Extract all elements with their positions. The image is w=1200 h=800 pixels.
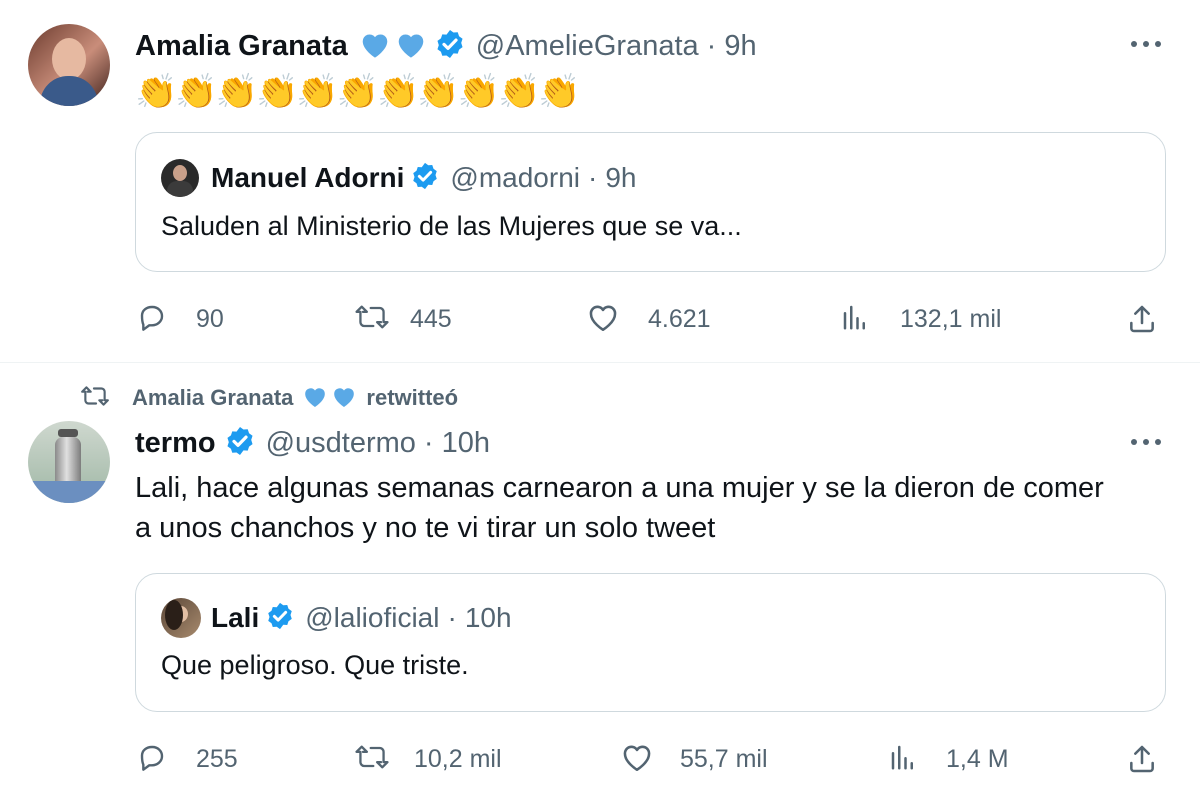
blue-heart-icon (330, 384, 358, 413)
quoted-author-name: Manuel Adorni (211, 162, 405, 193)
reply-icon (136, 741, 168, 778)
reply-icon (136, 301, 168, 338)
retweeted-by-name[interactable]: Amalia Granata (132, 385, 293, 411)
separator-dot: · (447, 602, 457, 633)
views-button[interactable]: 1,4 M (888, 740, 1009, 778)
quoted-time: 9h (605, 162, 637, 193)
verified-icon (265, 601, 295, 636)
tweet-text-line: a unos chanchos y no te vi tirar un solo… (135, 512, 716, 544)
tweet-text: 👏👏👏👏👏👏👏👏👏👏👏 (135, 72, 581, 112)
like-count: 4.621 (648, 304, 711, 333)
quoted-author-avatar (161, 159, 199, 197)
verified-icon (434, 28, 466, 65)
reply-button[interactable]: 90 (136, 300, 224, 338)
quoted-header: Manuel Adorni @madorni · 9h (211, 159, 636, 197)
share-icon[interactable] (1126, 303, 1158, 340)
retweet-icon (354, 741, 390, 778)
author-name[interactable]: termo (135, 427, 216, 460)
verified-icon (410, 161, 440, 196)
blue-heart-icon (301, 384, 329, 413)
views-button[interactable]: 132,1 mil (840, 300, 1001, 338)
like-icon (620, 741, 654, 778)
quoted-author-avatar (161, 598, 201, 638)
tweet-text-line: Lali, hace algunas semanas carnearon a u… (135, 472, 1104, 504)
quoted-author-handle: @lalioficial (305, 602, 440, 633)
like-count: 55,7 mil (680, 744, 768, 773)
like-button[interactable]: 4.621 (586, 300, 711, 338)
more-icon[interactable] (1128, 34, 1164, 59)
author-handle[interactable]: @usdtermo (266, 427, 416, 460)
author-avatar[interactable] (28, 421, 110, 503)
tweet-header: Amalia Granata @AmelieGranata · 9h (135, 26, 757, 66)
blue-heart-icon (394, 29, 428, 64)
views-count: 132,1 mil (900, 304, 1002, 333)
more-icon[interactable] (1128, 432, 1164, 457)
retweet-count: 10,2 mil (414, 744, 502, 773)
separator-dot: · (423, 426, 434, 459)
verified-icon (224, 425, 256, 462)
tweet-text: Lali, hace algunas semanas carnearon a u… (135, 468, 1175, 548)
like-button[interactable]: 55,7 mil (620, 740, 768, 778)
quoted-header: Lali @lalioficial · 10h (211, 599, 512, 637)
share-icon[interactable] (1126, 743, 1158, 780)
author-avatar[interactable] (28, 24, 110, 106)
retweet-button[interactable]: 445 (354, 300, 452, 338)
retweet-context: Amalia Granata retwitteó (80, 382, 458, 414)
quoted-author-handle: @madorni (450, 162, 580, 193)
tweet-divider (0, 362, 1200, 363)
tweet-time[interactable]: 9h (724, 30, 756, 63)
views-icon (840, 301, 870, 338)
quoted-text: Saluden al Ministerio de las Mujeres que… (161, 211, 742, 241)
quoted-text: Que peligroso. Que triste. (161, 650, 469, 680)
quoted-time: 10h (464, 602, 512, 633)
reply-count: 90 (196, 304, 224, 333)
like-icon (586, 301, 620, 338)
tweet-time[interactable]: 10h (442, 427, 490, 460)
retweet-count: 445 (410, 304, 452, 333)
separator-dot: · (588, 162, 598, 193)
quoted-tweet[interactable]: Manuel Adorni @madorni · 9h Saluden al M… (135, 132, 1166, 272)
retweet-button[interactable]: 10,2 mil (354, 740, 502, 778)
retweet-icon (354, 301, 390, 338)
retweet-label: retwitteó (366, 385, 459, 410)
author-name[interactable]: Amalia Granata (135, 30, 348, 63)
reply-button[interactable]: 255 (136, 740, 238, 778)
separator-dot: · (706, 29, 717, 62)
quoted-tweet[interactable]: Lali @lalioficial · 10h Que peligroso. Q… (135, 573, 1166, 712)
tweet-header: termo @usdtermo · 10h (135, 423, 490, 463)
reply-count: 255 (196, 744, 238, 773)
blue-heart-icon (358, 29, 392, 64)
views-icon (888, 741, 918, 778)
quoted-author-name: Lali (211, 602, 260, 633)
retweet-icon (80, 383, 110, 414)
views-count: 1,4 M (946, 744, 1009, 773)
author-handle[interactable]: @AmelieGranata (476, 30, 699, 63)
